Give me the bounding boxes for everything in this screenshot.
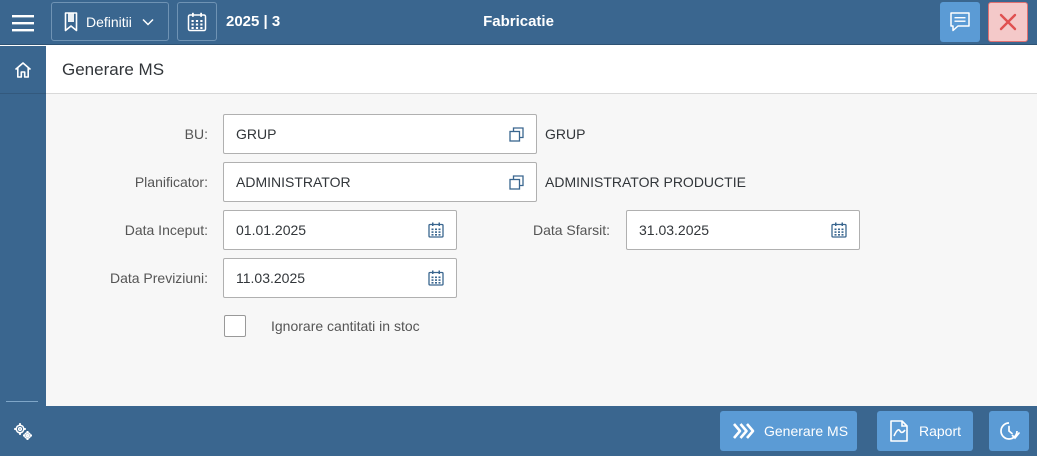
planificator-field[interactable]: ADMINISTRATOR <box>223 162 537 202</box>
report-icon <box>890 420 908 442</box>
messages-button[interactable] <box>940 2 980 42</box>
data-sfarsit-calendar-button[interactable] <box>819 211 859 249</box>
calendar-icon <box>187 12 207 31</box>
hamburger-icon <box>11 14 34 31</box>
close-button[interactable] <box>988 2 1028 42</box>
menu-button[interactable] <box>0 0 45 45</box>
history-button[interactable] <box>989 411 1029 451</box>
home-button[interactable] <box>0 46 46 94</box>
planificator-description: ADMINISTRATOR PRODUCTIE <box>545 174 746 190</box>
calendar-icon <box>428 270 444 286</box>
definitii-dropdown[interactable]: Definitii <box>51 2 169 41</box>
data-inceput-field[interactable]: 01.01.2025 <box>223 210 457 250</box>
footer-toolbar: Generare MS Raport <box>46 406 1037 456</box>
bu-description: GRUP <box>545 126 586 142</box>
bu-label: BU: <box>184 126 208 142</box>
data-inceput-value: 01.01.2025 <box>236 222 307 238</box>
planificator-label: Planificator: <box>134 174 208 190</box>
generare-ms-button[interactable]: Generare MS <box>720 411 857 451</box>
data-sfarsit-label: Data Sfarsit: <box>532 222 610 238</box>
data-sfarsit-value: 31.03.2025 <box>639 222 710 238</box>
chevron-down-icon <box>142 18 154 26</box>
planificator-value-help-button[interactable] <box>496 163 536 201</box>
ignorare-stoc-label: Ignorare cantitati in stoc <box>271 318 420 334</box>
data-previziuni-calendar-button[interactable] <box>416 259 456 297</box>
data-previziuni-value: 11.03.2025 <box>236 270 306 286</box>
data-sfarsit-field[interactable]: 31.03.2025 <box>626 210 860 250</box>
period-calendar-button[interactable] <box>177 2 217 41</box>
calendar-icon <box>831 222 847 238</box>
settings-icon <box>14 423 32 440</box>
history-icon <box>1000 422 1020 440</box>
definitii-label: Definitii <box>86 13 132 30</box>
side-navigation <box>0 46 46 456</box>
home-icon <box>14 61 32 78</box>
value-help-icon <box>508 174 524 190</box>
data-previziuni-field[interactable]: 11.03.2025 <box>223 258 457 298</box>
bu-field[interactable]: GRUP <box>223 114 537 154</box>
double-chevron-icon <box>733 423 755 439</box>
period-label: 2025 | 3 <box>226 13 281 30</box>
data-previziuni-label: Data Previziuni: <box>109 270 208 286</box>
bu-value: GRUP <box>236 126 277 142</box>
generare-ms-label: Generare MS <box>764 423 849 439</box>
data-inceput-calendar-button[interactable] <box>416 211 456 249</box>
data-inceput-label: Data Inceput: <box>124 222 208 238</box>
bookmark-icon <box>64 11 78 31</box>
bu-value-help-button[interactable] <box>496 115 536 153</box>
close-icon <box>999 13 1017 31</box>
ignorare-stoc-checkbox[interactable] <box>224 315 246 337</box>
calendar-icon <box>428 222 444 238</box>
settings-button[interactable] <box>0 410 46 452</box>
value-help-icon <box>508 126 524 142</box>
main-content: Generare MS BU: GRUP GRUP Planificator: … <box>46 46 1037 406</box>
raport-label: Raport <box>919 423 962 439</box>
page-title: Generare MS <box>62 60 165 79</box>
page-header: Generare MS <box>46 46 1037 94</box>
raport-button[interactable]: Raport <box>877 411 973 451</box>
message-icon <box>950 12 970 32</box>
planificator-value: ADMINISTRATOR <box>236 174 351 190</box>
top-bar: Definitii 2025 | 3 Fabricatie <box>0 0 1037 45</box>
sidebar-divider <box>6 401 38 402</box>
